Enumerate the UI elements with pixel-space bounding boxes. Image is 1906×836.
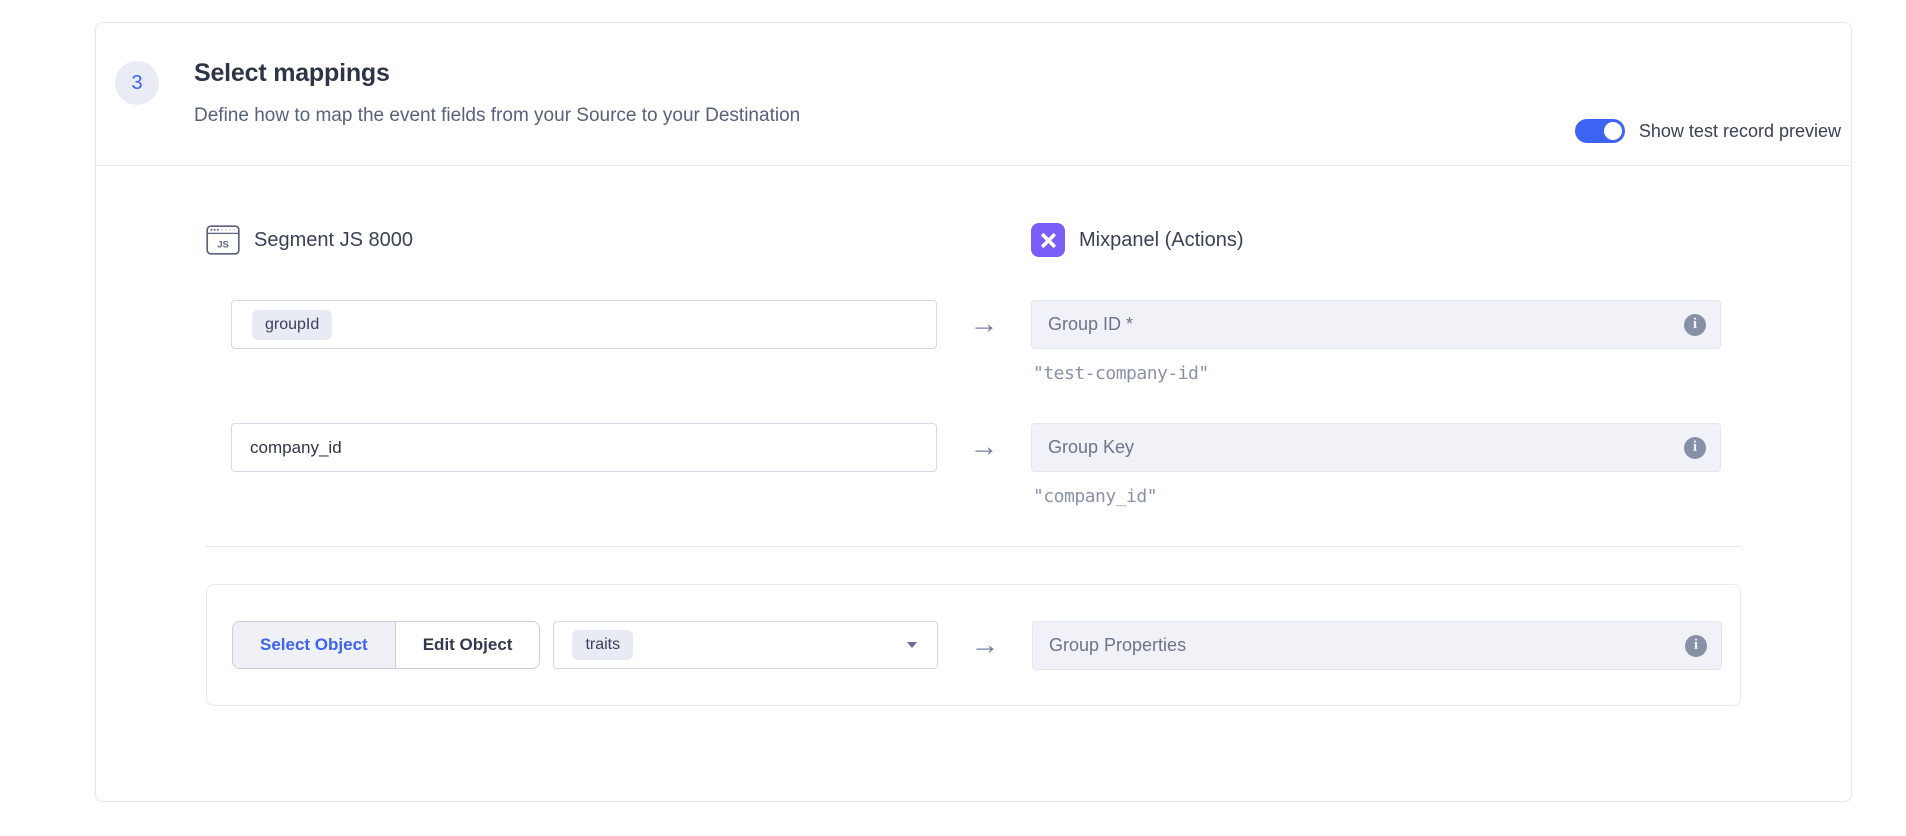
toggle-row: Show test record preview xyxy=(1575,119,1841,143)
destination-name: Mixpanel (Actions) xyxy=(1079,229,1244,252)
object-mapping-box: Select Object Edit Object traits → Group… xyxy=(206,584,1741,706)
arrow-right-icon: → xyxy=(938,621,1032,663)
source-field-input[interactable]: company_id xyxy=(231,423,937,472)
dropdown-value-token[interactable]: traits xyxy=(572,630,633,660)
toggle-knob xyxy=(1604,122,1622,140)
object-source-dropdown[interactable]: traits xyxy=(553,621,938,669)
section-divider xyxy=(206,546,1741,547)
caret-down-icon xyxy=(907,642,917,648)
endpoints-row: JS Segment JS 8000 Mixpanel (Actions) xyxy=(206,223,1741,257)
destination-field: Group Key i xyxy=(1031,423,1721,472)
source-name: Segment JS 8000 xyxy=(254,229,413,252)
card-header: 3 Select mappings Define how to map the … xyxy=(96,23,1851,166)
destination-field: Group ID * i xyxy=(1031,300,1721,349)
step-number: 3 xyxy=(131,72,142,95)
test-record-preview-value: "test-company-id" xyxy=(1031,363,1721,384)
arrow-right-icon: → xyxy=(937,423,1031,465)
page-subtitle: Define how to map the event fields from … xyxy=(194,105,800,127)
header-text: Select mappings Define how to map the ev… xyxy=(194,59,800,127)
mapping-row-group-key: company_id → Group Key i "company_id" xyxy=(206,423,1741,507)
select-mappings-card: 3 Select mappings Define how to map the … xyxy=(95,22,1852,802)
test-record-preview-value: "company_id" xyxy=(1031,486,1721,507)
info-icon[interactable]: i xyxy=(1684,437,1706,459)
destination-endpoint: Mixpanel (Actions) xyxy=(1031,223,1721,257)
destination-field-label: Group Properties xyxy=(1049,635,1685,656)
step-number-badge: 3 xyxy=(115,61,159,105)
js-browser-icon: JS xyxy=(206,223,240,257)
mapping-row-group-id: groupId → Group ID * i "test-company-id" xyxy=(206,300,1741,384)
show-test-record-toggle[interactable] xyxy=(1575,119,1625,143)
source-field-token[interactable]: groupId xyxy=(252,310,332,340)
destination-field-label: Group ID * xyxy=(1048,314,1684,335)
mixpanel-icon xyxy=(1031,223,1065,257)
info-icon[interactable]: i xyxy=(1685,635,1707,657)
select-object-button[interactable]: Select Object xyxy=(233,622,396,668)
source-field-value: company_id xyxy=(250,438,342,458)
destination-field-label: Group Key xyxy=(1048,437,1684,458)
source-field-input[interactable]: groupId xyxy=(231,300,937,349)
toggle-label: Show test record preview xyxy=(1639,121,1841,142)
source-endpoint: JS Segment JS 8000 xyxy=(206,223,937,257)
svg-text:JS: JS xyxy=(217,240,229,251)
page-title: Select mappings xyxy=(194,59,800,88)
object-mode-button-group: Select Object Edit Object xyxy=(232,621,540,669)
info-icon[interactable]: i xyxy=(1684,314,1706,336)
arrow-right-icon: → xyxy=(937,300,1031,342)
edit-object-button[interactable]: Edit Object xyxy=(396,622,540,668)
card-body: JS Segment JS 8000 Mixpanel (Actions) gr… xyxy=(96,166,1851,706)
destination-field: Group Properties i xyxy=(1032,621,1722,670)
